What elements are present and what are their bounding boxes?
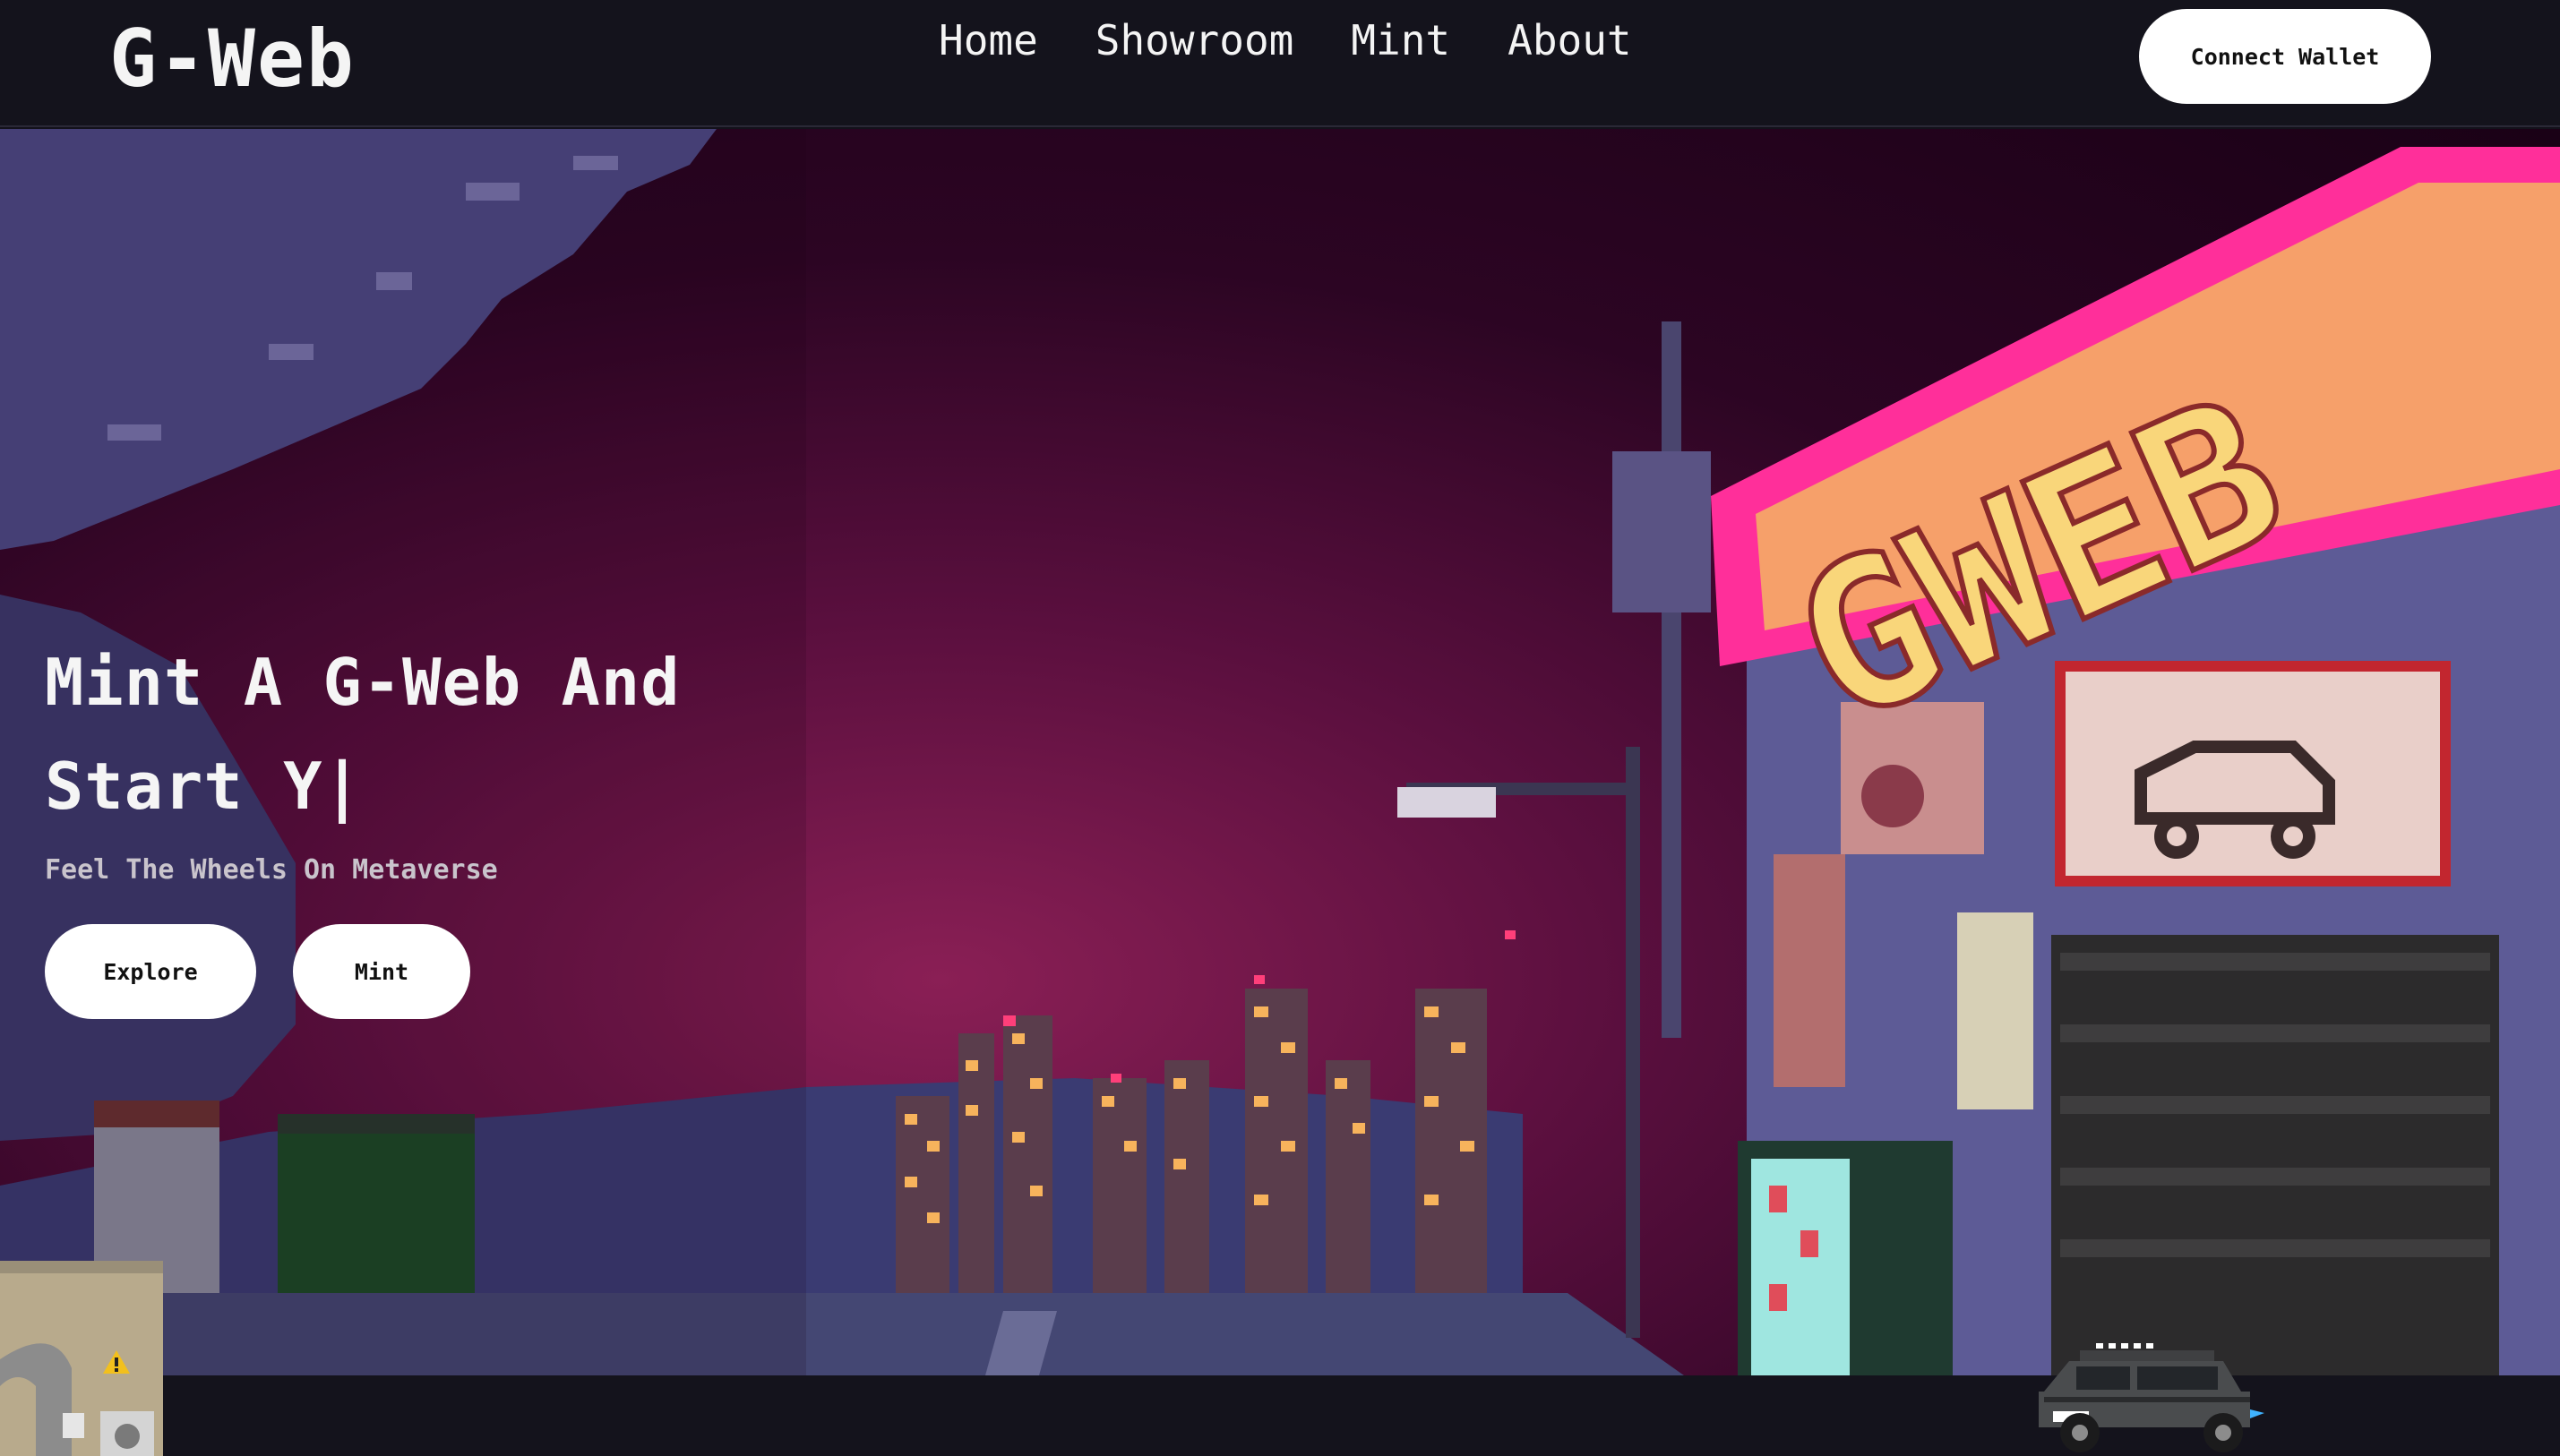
nav-link-mint[interactable]: Mint <box>1351 16 1450 64</box>
hero-section: GWEB Mint A G-Web And Start Y| Feel The … <box>0 129 2560 1375</box>
brand-logo[interactable]: G-Web <box>109 13 356 105</box>
car-icon <box>2039 1343 2264 1452</box>
hero-title-line1: Mint A G-Web And <box>45 645 681 720</box>
city-skyline <box>896 930 1516 1320</box>
hero-subtitle: Feel The Wheels On Metaverse <box>45 854 498 886</box>
hero-title: Mint A G-Web And Start Y| <box>45 630 690 838</box>
nav-link-about[interactable]: About <box>1508 16 1631 64</box>
mint-button[interactable]: Mint <box>293 924 470 1019</box>
top-navbar: G-Web Home Showroom Mint About Connect W… <box>0 0 2560 127</box>
hero-title-line2: Start Y| <box>45 749 363 824</box>
nav-link-showroom[interactable]: Showroom <box>1095 16 1294 64</box>
pixel-machine <box>0 1261 163 1456</box>
main-nav: Home Showroom Mint About <box>939 16 1632 64</box>
explore-button[interactable]: Explore <box>45 924 256 1019</box>
nav-link-home[interactable]: Home <box>939 16 1038 64</box>
connect-wallet-button[interactable]: Connect Wallet <box>2139 9 2431 104</box>
